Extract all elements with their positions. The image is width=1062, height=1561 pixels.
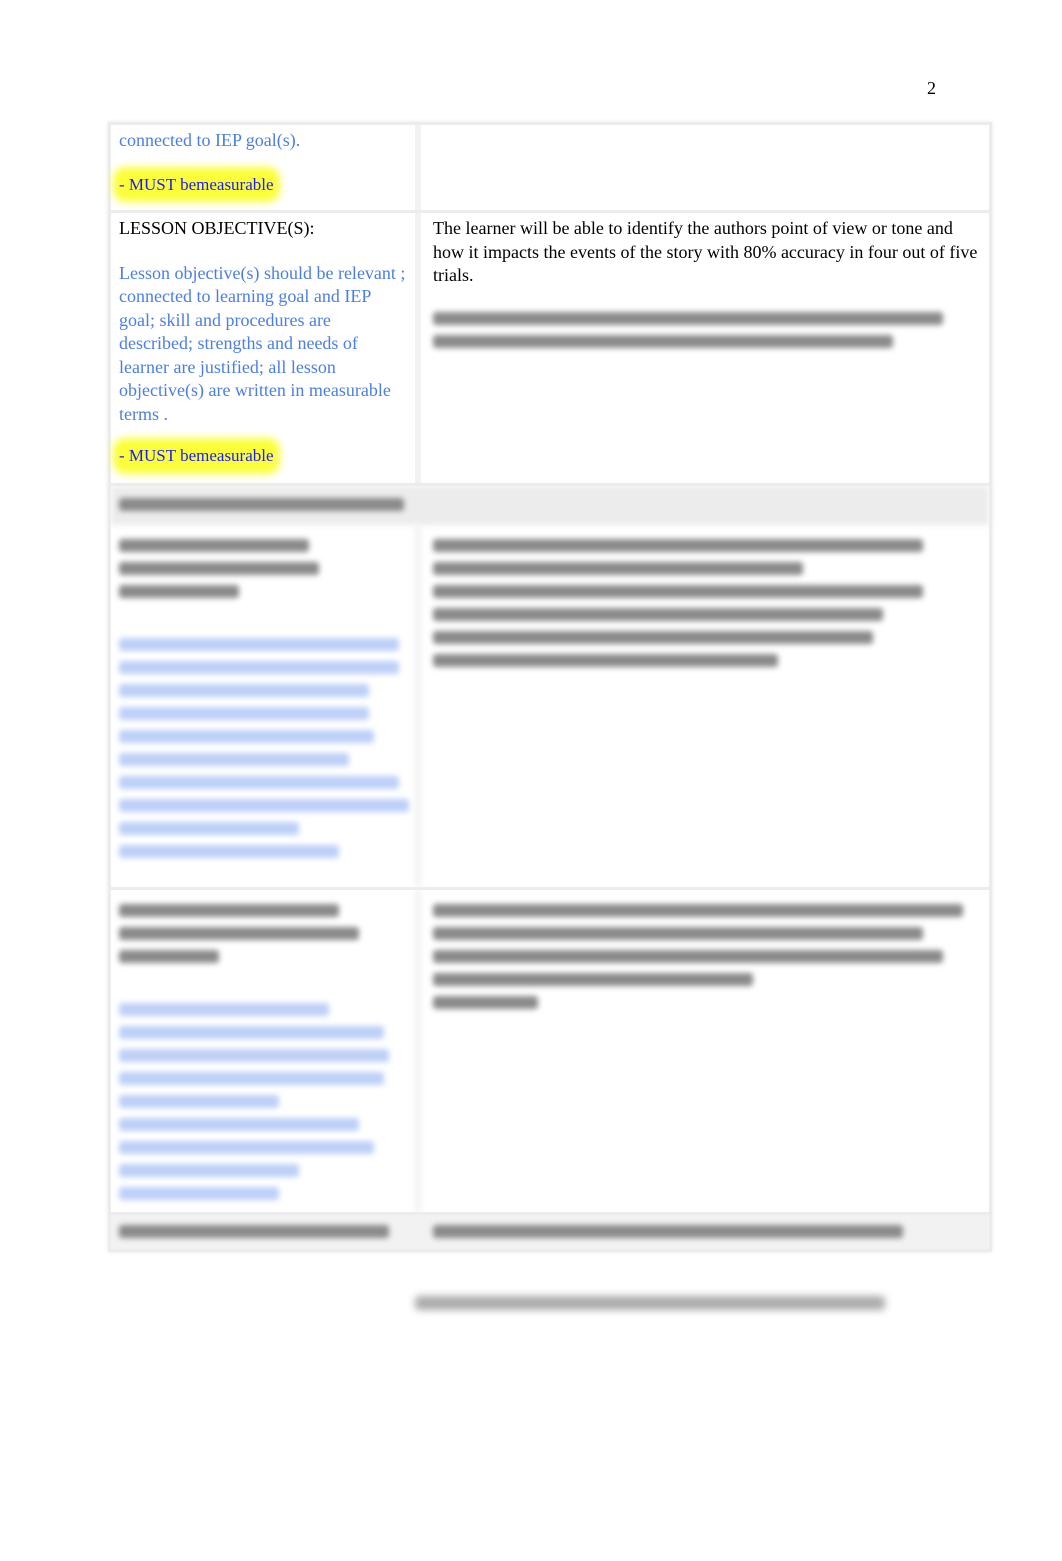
table-row-blurred-1: [111, 525, 989, 890]
left-cell: [111, 525, 421, 887]
guidance-text: Lesson objective(s) should be relevant ;…: [119, 262, 406, 424]
blurred-content: [433, 311, 981, 348]
right-cell: [421, 525, 989, 887]
right-cell: [421, 1215, 989, 1249]
left-cell: LESSON OBJECTIVE(S): Lesson objective(s)…: [111, 213, 421, 483]
measurable-highlight: - MUST bemeasurable: [119, 172, 274, 196]
table-row-blurred-3: [111, 1215, 989, 1249]
left-cell: [111, 890, 421, 1212]
table-row-blurred-2: [111, 890, 989, 1215]
right-cell: [421, 125, 989, 210]
table-row-iep-goal: connected to IEP goal(s). - MUST bemeasu…: [111, 125, 989, 213]
table-row-lesson-objectives: LESSON OBJECTIVE(S): Lesson objective(s)…: [111, 213, 989, 486]
lesson-objectives-label: LESSON OBJECTIVE(S):: [119, 218, 315, 238]
lesson-plan-table: connected to IEP goal(s). - MUST bemeasu…: [108, 122, 992, 1252]
left-cell: [111, 1215, 421, 1249]
right-cell: [421, 890, 989, 1212]
section-header-row: [111, 486, 989, 525]
page-number: 2: [927, 78, 936, 98]
guidance-text: connected to IEP goal(s).: [119, 130, 301, 150]
blurred-footer: [415, 1296, 885, 1310]
lesson-objective-text: The learner will be able to identify the…: [433, 218, 978, 285]
left-cell: connected to IEP goal(s). - MUST bemeasu…: [111, 125, 421, 210]
right-cell: The learner will be able to identify the…: [421, 213, 989, 483]
measurable-highlight: - MUST bemeasurable: [119, 444, 274, 468]
